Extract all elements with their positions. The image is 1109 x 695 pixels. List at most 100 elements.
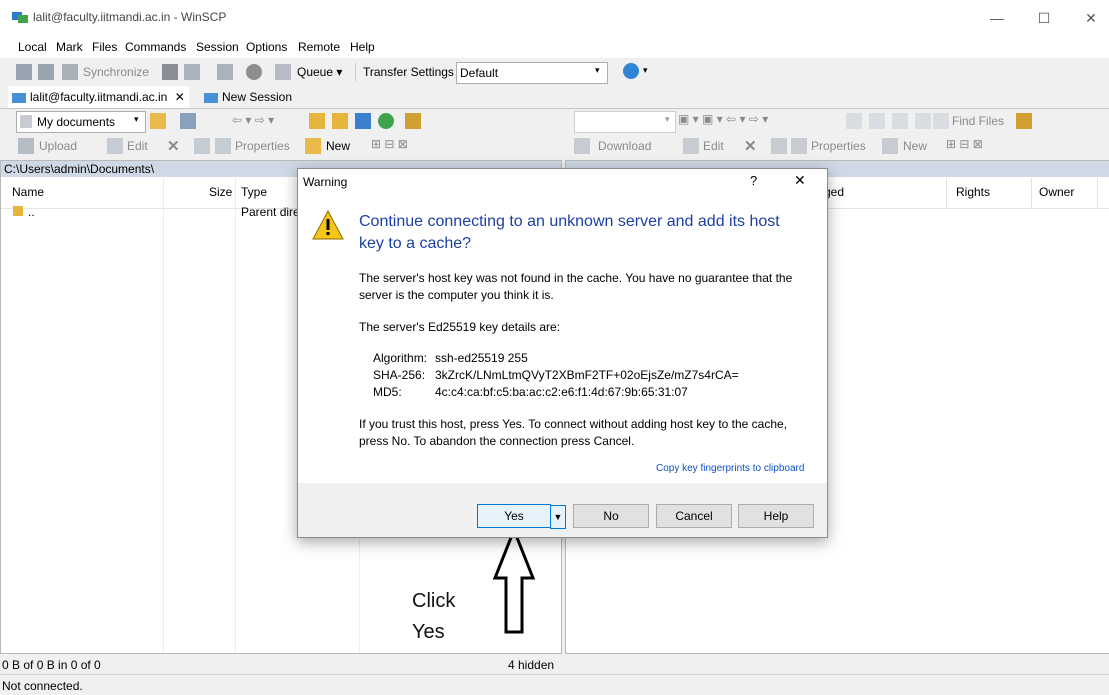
hidden-count: 4 hidden (508, 658, 555, 672)
help-button[interactable]: Help (738, 504, 814, 528)
properties-icon (215, 138, 231, 154)
new-icon (882, 138, 898, 154)
dialog-paragraph-1: The server's host key was not found in t… (359, 271, 793, 302)
console-icon[interactable] (162, 64, 178, 80)
select-all-icon[interactable]: ⊞ ⊟ ⊠ (371, 137, 408, 151)
column-rights[interactable]: Rights (956, 185, 990, 199)
home-icon[interactable] (355, 113, 371, 129)
refresh-icon[interactable] (378, 113, 394, 129)
rename-icon[interactable] (771, 138, 787, 154)
queue-list-icon[interactable] (217, 64, 233, 80)
delete-icon[interactable]: ✕ (167, 137, 180, 155)
open-folder-icon[interactable] (150, 113, 166, 129)
properties-icon (791, 138, 807, 154)
tree-icon[interactable] (1016, 113, 1032, 129)
local-status: 0 B of 0 B in 0 of 0 (2, 658, 101, 672)
click-yes-annotation: Click Yes (412, 586, 455, 648)
refresh-icon[interactable] (915, 113, 931, 129)
sync-browse-icon[interactable] (38, 64, 54, 80)
right-toolbars: ▾ ▣ ▾ ▣ ▾ ⇦ ▾ ⇨ ▾ Find Files Download Ed… (566, 108, 1109, 160)
select-all-icon[interactable]: ⊞ ⊟ ⊠ (946, 137, 983, 151)
no-button[interactable]: No (573, 504, 649, 528)
dialog-title-bar: Warning ? ✕ (298, 169, 827, 195)
winscp-window: lalit@faculty.iitmandi.ac.in - WinSCP — … (0, 0, 1109, 695)
edit-button[interactable]: Edit (703, 139, 724, 153)
remote-nav-icons[interactable]: ▣ ▾ ▣ ▾ ⇦ ▾ ⇨ ▾ (678, 112, 768, 126)
menu-files[interactable]: Files (92, 40, 117, 54)
menu-remote[interactable]: Remote (298, 40, 340, 54)
menu-commands[interactable]: Commands (125, 40, 186, 54)
dialog-close-button[interactable]: ✕ (794, 172, 806, 189)
parent-dir-icon[interactable] (846, 113, 862, 129)
filter-icon[interactable] (180, 113, 196, 129)
dialog-body: Continue connecting to an unknown server… (298, 195, 827, 483)
rename-icon[interactable] (194, 138, 210, 154)
left-toolbars: My documents ▾ ⇦ ▾ ⇨ ▾ Upload Edit ✕ Pro… (0, 108, 560, 160)
find-files-button[interactable]: Find Files (952, 114, 1004, 128)
dialog-paragraph-3: If you trust this host, press Yes. To co… (359, 417, 788, 448)
status-bar: Not connected. (0, 674, 1109, 695)
properties-button[interactable]: Properties (811, 139, 866, 153)
edit-button[interactable]: Edit (127, 139, 148, 153)
column-name[interactable]: Name (12, 185, 44, 199)
gear-icon[interactable] (246, 64, 262, 80)
yes-button[interactable]: Yes (477, 504, 551, 528)
menu-local[interactable]: Local (18, 40, 47, 54)
home-icon[interactable] (892, 113, 908, 129)
minimize-button[interactable]: — (974, 0, 1020, 36)
column-divider (946, 178, 947, 208)
upload-button[interactable]: Upload (39, 139, 77, 153)
tree-icon[interactable] (405, 113, 421, 129)
remote-location-select[interactable]: ▾ (574, 111, 676, 133)
edit-icon (683, 138, 699, 154)
maximize-button[interactable]: ☐ (1021, 0, 1067, 36)
column-size[interactable]: Size (209, 185, 232, 199)
dialog-heading: Continue connecting to an unknown server… (359, 213, 780, 252)
column-owner[interactable]: Owner (1039, 185, 1074, 199)
winscp-app-icon (12, 12, 28, 23)
window-title: lalit@faculty.iitmandi.ac.in - WinSCP (33, 10, 227, 24)
menu-options[interactable]: Options (246, 40, 287, 54)
local-location-select[interactable]: My documents ▾ (16, 111, 146, 133)
copy-fingerprints-link[interactable]: Copy key fingerprints to clipboard (656, 463, 804, 474)
menu-help[interactable]: Help (350, 40, 375, 54)
tab-new-session[interactable]: New Session (200, 86, 296, 108)
md5-value: 4c:c4:ca:bf:c5:ba:ac:c2:e6:f1:4d:67:9b:6… (435, 385, 688, 399)
transfer-settings-label: Transfer Settings (363, 65, 454, 79)
queue-icon (275, 64, 291, 80)
row-name: .. (28, 205, 35, 219)
dialog-help-button[interactable]: ? (750, 173, 757, 188)
yes-dropdown-icon[interactable]: ▼ (550, 505, 566, 529)
tab-session-label: lalit@faculty.iitmandi.ac.in (30, 90, 168, 104)
globe-dropdown-icon[interactable]: ▾ (643, 65, 648, 76)
tab-session[interactable]: lalit@faculty.iitmandi.ac.in ✕ (8, 86, 189, 108)
cancel-button[interactable]: Cancel (656, 504, 732, 528)
delete-icon[interactable]: ✕ (744, 137, 757, 155)
tab-close-icon[interactable]: ✕ (175, 90, 185, 104)
download-button[interactable]: Download (598, 139, 651, 153)
column-divider (235, 178, 236, 653)
synchronize-button[interactable]: Synchronize (83, 65, 149, 79)
chevron-down-icon: ▾ (595, 65, 600, 75)
synchronize-icon[interactable] (62, 64, 78, 80)
menu-mark[interactable]: Mark (56, 40, 83, 54)
root-dir-icon[interactable] (332, 113, 348, 129)
root-dir-icon[interactable] (869, 113, 885, 129)
parent-dir-icon[interactable] (309, 113, 325, 129)
properties-button[interactable]: Properties (235, 139, 290, 153)
globe-icon[interactable] (623, 63, 639, 79)
new-button[interactable]: New (903, 139, 927, 153)
putty-icon[interactable] (184, 64, 200, 80)
compare-icon[interactable] (16, 64, 32, 80)
queue-button[interactable]: Queue ▾ (297, 65, 342, 79)
close-window-button[interactable]: ✕ (1068, 0, 1109, 36)
annotation-line-2: Yes (412, 621, 445, 643)
menu-session[interactable]: Session (196, 40, 239, 54)
md5-label: MD5: (373, 385, 402, 399)
new-button[interactable]: New (326, 139, 350, 153)
new-icon (305, 138, 321, 154)
transfer-settings-select[interactable]: Default ▾ (456, 62, 608, 84)
edit-icon (107, 138, 123, 154)
column-type[interactable]: Type (241, 185, 267, 199)
back-icon[interactable]: ⇦ ▾ ⇨ ▾ (232, 113, 274, 127)
